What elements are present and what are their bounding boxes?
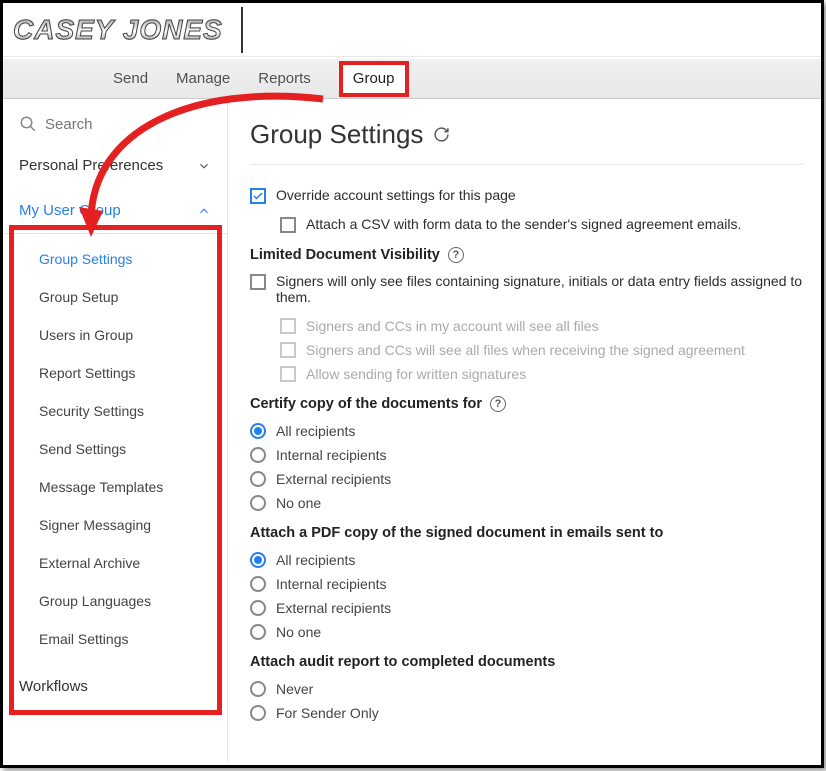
page-title: Group Settings — [250, 119, 423, 150]
pdf-internal[interactable]: Internal recipients — [250, 575, 803, 592]
nav-reports[interactable]: Reports — [258, 70, 311, 87]
sidebar-item-users-in-group[interactable]: Users in Group — [3, 316, 227, 354]
search-input[interactable] — [45, 116, 185, 133]
sidebar-item-group-settings[interactable]: Group Settings — [3, 240, 227, 278]
radio-icon[interactable] — [250, 495, 266, 511]
sidebar-my-user-group[interactable]: My User Group — [3, 188, 227, 234]
page-title-row: Group Settings — [250, 119, 803, 150]
radio-icon[interactable] — [250, 423, 266, 439]
help-icon[interactable]: ? — [448, 247, 464, 263]
chevron-up-icon — [197, 204, 211, 218]
sidebar-item-signer-messaging[interactable]: Signer Messaging — [3, 506, 227, 544]
ldv-c-checkbox — [280, 366, 296, 382]
certify-title-row: Certify copy of the documents for ? — [250, 396, 803, 412]
override-label: Override account settings for this page — [276, 187, 516, 203]
attach-csv-label: Attach a CSV with form data to the sende… — [306, 216, 741, 232]
chevron-down-icon — [197, 159, 211, 173]
radio-icon[interactable] — [250, 471, 266, 487]
ldv-sub-c: Allow sending for written signatures — [280, 365, 803, 382]
header-bar: CASEY JONES — [3, 3, 821, 57]
ldv-a-label: Signers and CCs in my account will see a… — [306, 318, 599, 334]
sidebar-workflows[interactable]: Workflows — [3, 664, 227, 709]
override-checkbox[interactable] — [250, 188, 266, 204]
attach-csv-checkbox[interactable] — [280, 217, 296, 233]
nav-group[interactable]: Group — [339, 61, 409, 97]
ldv-main-label: Signers will only see files containing s… — [276, 273, 803, 305]
radio-icon[interactable] — [250, 681, 266, 697]
ldv-c-label: Allow sending for written signatures — [306, 366, 526, 382]
help-icon[interactable]: ? — [490, 396, 506, 412]
sidebar-my-user-group-label: My User Group — [19, 202, 121, 219]
audit-sender-only[interactable]: For Sender Only — [250, 704, 803, 721]
certify-title: Certify copy of the documents for — [250, 396, 482, 412]
radio-icon[interactable] — [250, 576, 266, 592]
certify-internal[interactable]: Internal recipients — [250, 446, 803, 463]
ldv-a-checkbox — [280, 318, 296, 334]
audit-never-label: Never — [276, 681, 313, 697]
certify-all[interactable]: All recipients — [250, 422, 803, 439]
audit-sender-only-label: For Sender Only — [276, 705, 379, 721]
pdf-none[interactable]: No one — [250, 623, 803, 640]
sidebar-personal-prefs[interactable]: Personal Preferences — [3, 143, 227, 188]
certify-external-label: External recipients — [276, 471, 391, 487]
sidebar-item-email-settings[interactable]: Email Settings — [3, 620, 227, 658]
sidebar-item-group-setup[interactable]: Group Setup — [3, 278, 227, 316]
radio-icon[interactable] — [250, 552, 266, 568]
nav-manage[interactable]: Manage — [176, 70, 230, 87]
radio-icon[interactable] — [250, 624, 266, 640]
override-row: Override account settings for this page — [250, 187, 803, 204]
sidebar-item-external-archive[interactable]: External Archive — [3, 544, 227, 582]
radio-icon[interactable] — [250, 705, 266, 721]
sidebar-item-send-settings[interactable]: Send Settings — [3, 430, 227, 468]
ldv-b-checkbox — [280, 342, 296, 358]
refresh-icon[interactable] — [433, 126, 450, 143]
certify-none-label: No one — [276, 495, 321, 511]
certify-external[interactable]: External recipients — [250, 470, 803, 487]
ldv-main-row: Signers will only see files containing s… — [250, 273, 803, 305]
pdf-all[interactable]: All recipients — [250, 551, 803, 568]
pdf-none-label: No one — [276, 624, 321, 640]
search-icon — [19, 115, 37, 133]
radio-icon[interactable] — [250, 600, 266, 616]
search-row — [3, 105, 227, 143]
pdf-title: Attach a PDF copy of the signed document… — [250, 525, 803, 541]
ldv-sub-a: Signers and CCs in my account will see a… — [280, 317, 803, 334]
ldv-sub-b: Signers and CCs will see all files when … — [280, 341, 803, 358]
title-divider — [250, 164, 803, 165]
sidebar-item-group-languages[interactable]: Group Languages — [3, 582, 227, 620]
sidebar-workflows-label: Workflows — [19, 678, 88, 695]
sidebar-list: Group Settings Group Setup Users in Grou… — [3, 234, 227, 664]
ldv-b-label: Signers and CCs will see all files when … — [306, 342, 745, 358]
ldv-title-row: Limited Document Visibility ? — [250, 247, 803, 263]
logo: CASEY JONES — [13, 14, 223, 46]
pdf-internal-label: Internal recipients — [276, 576, 387, 592]
ldv-main-checkbox[interactable] — [250, 274, 266, 290]
main-content: Group Settings Override account settings… — [228, 99, 821, 763]
attach-csv-row: Attach a CSV with form data to the sende… — [280, 216, 803, 233]
pdf-external-label: External recipients — [276, 600, 391, 616]
sidebar-personal-prefs-label: Personal Preferences — [19, 157, 163, 174]
sidebar: Personal Preferences My User Group Group… — [3, 99, 228, 763]
nav-send[interactable]: Send — [113, 70, 148, 87]
pdf-all-label: All recipients — [276, 552, 355, 568]
audit-title: Attach audit report to completed documen… — [250, 654, 803, 670]
radio-icon[interactable] — [250, 447, 266, 463]
pdf-external[interactable]: External recipients — [250, 599, 803, 616]
top-nav: Send Manage Reports Group — [3, 59, 821, 99]
audit-never[interactable]: Never — [250, 680, 803, 697]
certify-none[interactable]: No one — [250, 494, 803, 511]
sidebar-item-security-settings[interactable]: Security Settings — [3, 392, 227, 430]
ldv-title: Limited Document Visibility — [250, 247, 440, 263]
certify-internal-label: Internal recipients — [276, 447, 387, 463]
header-divider — [241, 7, 243, 53]
sidebar-item-report-settings[interactable]: Report Settings — [3, 354, 227, 392]
certify-all-label: All recipients — [276, 423, 355, 439]
sidebar-item-message-templates[interactable]: Message Templates — [3, 468, 227, 506]
